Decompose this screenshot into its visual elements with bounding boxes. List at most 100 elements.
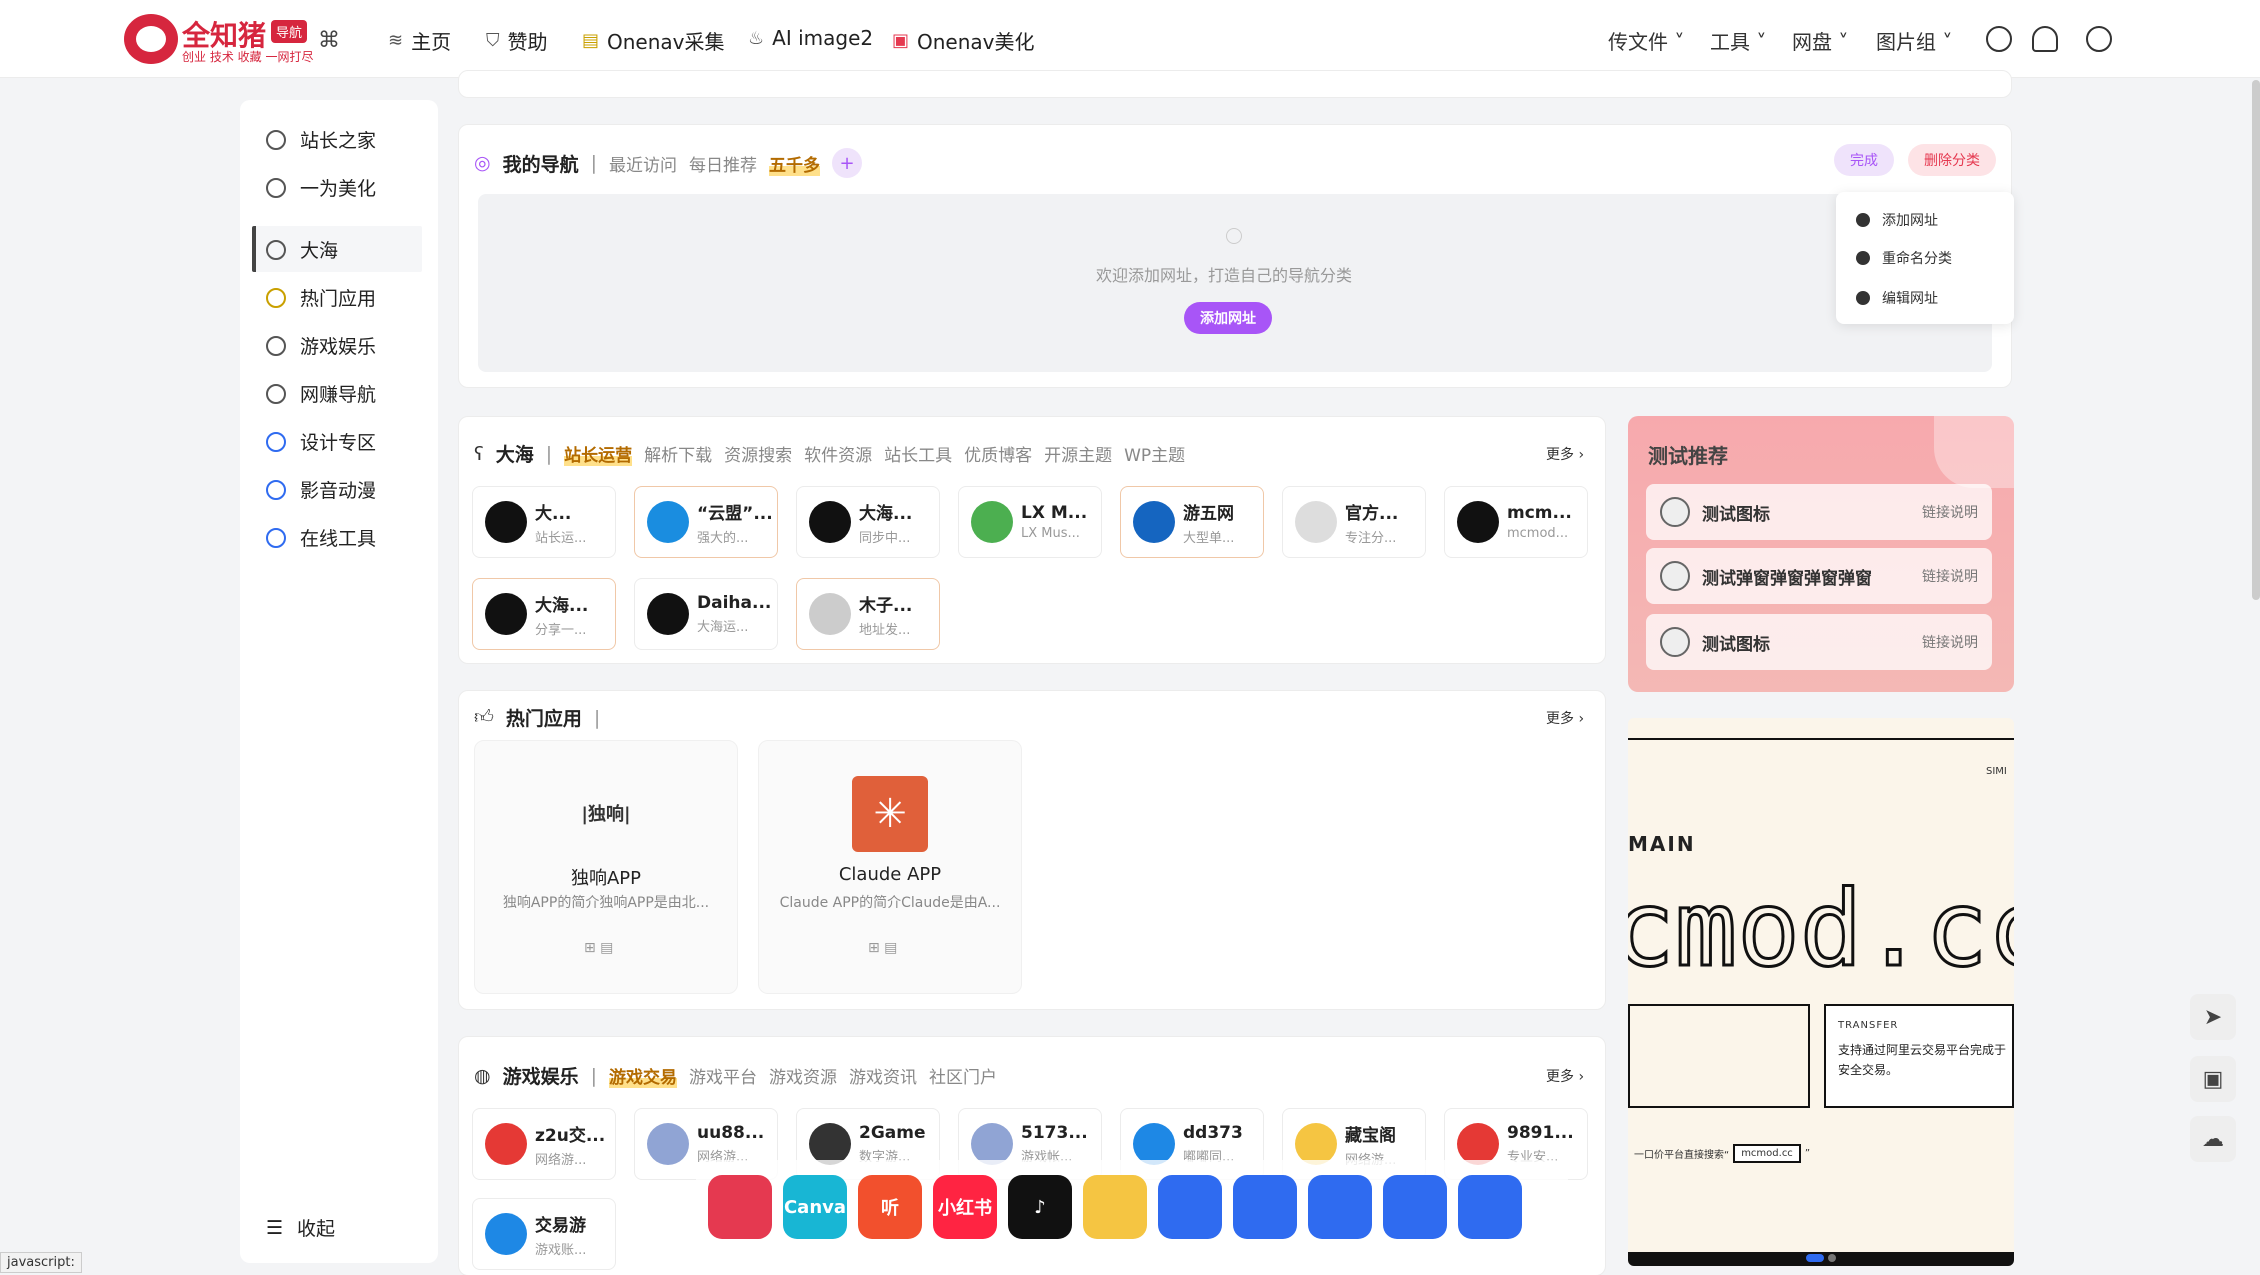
tiktok-icon[interactable]: ♪	[1008, 1175, 1072, 1239]
add-url-button[interactable]: 添加网址	[1184, 302, 1272, 334]
mascot-icon[interactable]	[1083, 1175, 1147, 1239]
tab-community[interactable]: 社区门户	[929, 1063, 997, 1088]
sidebar-collapse[interactable]: ☰ 收起	[266, 1214, 335, 1241]
search-icon[interactable]	[2086, 26, 2112, 52]
sidebar-item-media[interactable]: 影音动漫	[266, 476, 376, 503]
telegram-icon[interactable]	[1458, 1175, 1522, 1239]
canva-icon[interactable]: Canva	[783, 1175, 847, 1239]
menu-upload[interactable]: 传文件 ˅	[1608, 26, 1684, 55]
tab-boke[interactable]: 优质博客	[964, 441, 1032, 466]
site-card[interactable]: 官方... 专注分...	[1282, 486, 1426, 558]
banner-main: MAIN	[1628, 832, 1696, 856]
site-card[interactable]: 大海... 同步中...	[796, 486, 940, 558]
dahai-more-link[interactable]: 更多 ›	[1546, 444, 1584, 464]
sidebar-item-hotapps[interactable]: 热门应用	[266, 284, 376, 311]
user-icon[interactable]	[2032, 26, 2058, 52]
tab-game-platform[interactable]: 游戏平台	[689, 1063, 757, 1088]
site-desc: 同步中...	[859, 530, 911, 546]
note-icon: ▤	[582, 30, 600, 51]
scrollbar[interactable]	[2252, 80, 2260, 600]
site-name: mcm...	[1507, 503, 1572, 523]
site-card[interactable]: 大... 站长运...	[472, 486, 616, 558]
tab-ruanjian[interactable]: 软件资源	[804, 441, 872, 466]
recommend-item[interactable]: 测试图标 链接说明	[1646, 614, 1992, 670]
window-icon[interactable]: ▣	[2190, 1056, 2236, 1102]
recommend-item[interactable]: 测试弹窗弹窗弹窗弹窗 链接说明	[1646, 548, 1992, 604]
brand-tagline: 创业 技术 收藏 一网打尽	[182, 50, 314, 64]
sidebar-item-games[interactable]: 游戏娱乐	[266, 332, 376, 359]
pinwheel-icon[interactable]	[1308, 1175, 1372, 1239]
logo-icon[interactable]	[124, 14, 178, 64]
site-card[interactable]: mcm... mcmod...	[1444, 486, 1588, 558]
carousel-dot[interactable]	[1828, 1254, 1836, 1262]
banner-domain: cmod.cc	[1628, 867, 2014, 992]
like-icon[interactable]	[1158, 1175, 1222, 1239]
app-grid-icon[interactable]: ⌘	[318, 28, 340, 53]
tab-daily[interactable]: 每日推荐	[689, 151, 757, 176]
ad-banner[interactable]: SIMI MAIN cmod.cc TRANSFER 支持通过阿里云交易平台完成…	[1628, 718, 2014, 1266]
tab-wp[interactable]: WP主题	[1124, 441, 1185, 466]
chart-icon[interactable]	[1233, 1175, 1297, 1239]
site-card[interactable]: “云盟”... 强大的...	[634, 486, 778, 558]
pocket-icon[interactable]	[708, 1175, 772, 1239]
tab-zhanzhang-gongju[interactable]: 站长工具	[884, 441, 952, 466]
tab-recent[interactable]: 最近访问	[609, 151, 677, 176]
wechat-icon[interactable]: ☁	[2190, 1116, 2236, 1162]
delete-category-button[interactable]: 删除分类	[1908, 144, 1996, 176]
menu-images[interactable]: 图片组 ˅	[1876, 26, 1952, 55]
sidebar-item-design[interactable]: 设计专区	[266, 428, 376, 455]
back-to-top-icon[interactable]: ➤	[2190, 994, 2236, 1040]
site-card[interactable]: 木子... 地址发...	[796, 578, 940, 650]
tab-game-resource[interactable]: 游戏资源	[769, 1063, 837, 1088]
nav-ai-image[interactable]: ♨ AI image2	[748, 26, 873, 50]
site-logo-icon	[1457, 501, 1499, 543]
tab-kaiyuan[interactable]: 开源主题	[1044, 441, 1112, 466]
alarm-icon[interactable]	[1986, 26, 2012, 52]
sidebar-item-earn[interactable]: 网赚导航	[266, 380, 376, 407]
brand-badge: 导航	[271, 20, 308, 43]
tab-game-news[interactable]: 游戏资讯	[849, 1063, 917, 1088]
site-logo-icon	[809, 593, 851, 635]
shrink-icon[interactable]	[1383, 1175, 1447, 1239]
site-card[interactable]: 游五网 大型单...	[1120, 486, 1264, 558]
site-name: Daiha...	[697, 593, 772, 613]
nav-home[interactable]: ≋ 主页	[388, 26, 451, 55]
nav-sponsor[interactable]: ⛉ 赞助	[486, 26, 548, 55]
recommend-item[interactable]: 测试图标 链接说明	[1646, 484, 1992, 540]
site-card[interactable]: z2u交... 网络游...	[472, 1108, 616, 1180]
tab-game-trade[interactable]: 游戏交易	[609, 1063, 678, 1088]
menu-netdisk[interactable]: 网盘 ˅	[1792, 26, 1848, 55]
tab-jiexi[interactable]: 解析下载	[644, 441, 712, 466]
xiaohongshu-icon[interactable]: 小红书	[933, 1175, 997, 1239]
sidebar-item-zhanzhang[interactable]: 站长之家	[266, 126, 376, 153]
tab-ziyuan-sousuo[interactable]: 资源搜索	[724, 441, 792, 466]
site-name: 2Game	[859, 1123, 926, 1143]
recommend-title: 测试推荐	[1648, 444, 1728, 468]
menu-rename[interactable]: 重命名分类	[1856, 248, 1952, 268]
games-more-link[interactable]: 更多 ›	[1546, 1066, 1584, 1086]
sidebar-item-yiwei[interactable]: 一为美化	[266, 174, 376, 201]
film-icon	[266, 479, 286, 500]
site-card[interactable]: LX M... LX Mus...	[958, 486, 1102, 558]
cat-icon	[1660, 627, 1690, 657]
carousel-dot[interactable]	[1806, 1254, 1824, 1262]
tab-wuqianduo[interactable]: 五千多	[769, 150, 821, 176]
nav-onenav-beautify[interactable]: ▣ Onenav美化	[892, 26, 1035, 55]
done-button[interactable]: 完成	[1834, 144, 1894, 176]
site-card[interactable]: Daiha... 大海运...	[634, 578, 778, 650]
menu-edit-url[interactable]: 编辑网址	[1856, 288, 1938, 308]
tab-zhanzhang-yunying[interactable]: 站长运营	[564, 441, 633, 466]
hotapps-more-link[interactable]: 更多 ›	[1546, 708, 1584, 728]
menu-tools[interactable]: 工具 ˅	[1710, 26, 1766, 55]
add-category-icon[interactable]: +	[832, 148, 863, 178]
site-logo-icon	[485, 1213, 527, 1255]
sidebar-item-tools[interactable]: 在线工具	[266, 524, 376, 551]
radio-icon: ◎	[474, 152, 491, 174]
sidebar-item-dahai[interactable]: 大海	[266, 236, 338, 263]
menu-add-url[interactable]: 添加网址	[1856, 210, 1938, 230]
site-card[interactable]: 交易游 游戏账...	[472, 1198, 616, 1270]
ting-icon[interactable]: 听	[858, 1175, 922, 1239]
nav-onenav-collect[interactable]: ▤ Onenav采集	[582, 26, 725, 55]
site-card[interactable]: 大海... 分享一...	[472, 578, 616, 650]
bear-icon: ʕ	[474, 442, 484, 465]
